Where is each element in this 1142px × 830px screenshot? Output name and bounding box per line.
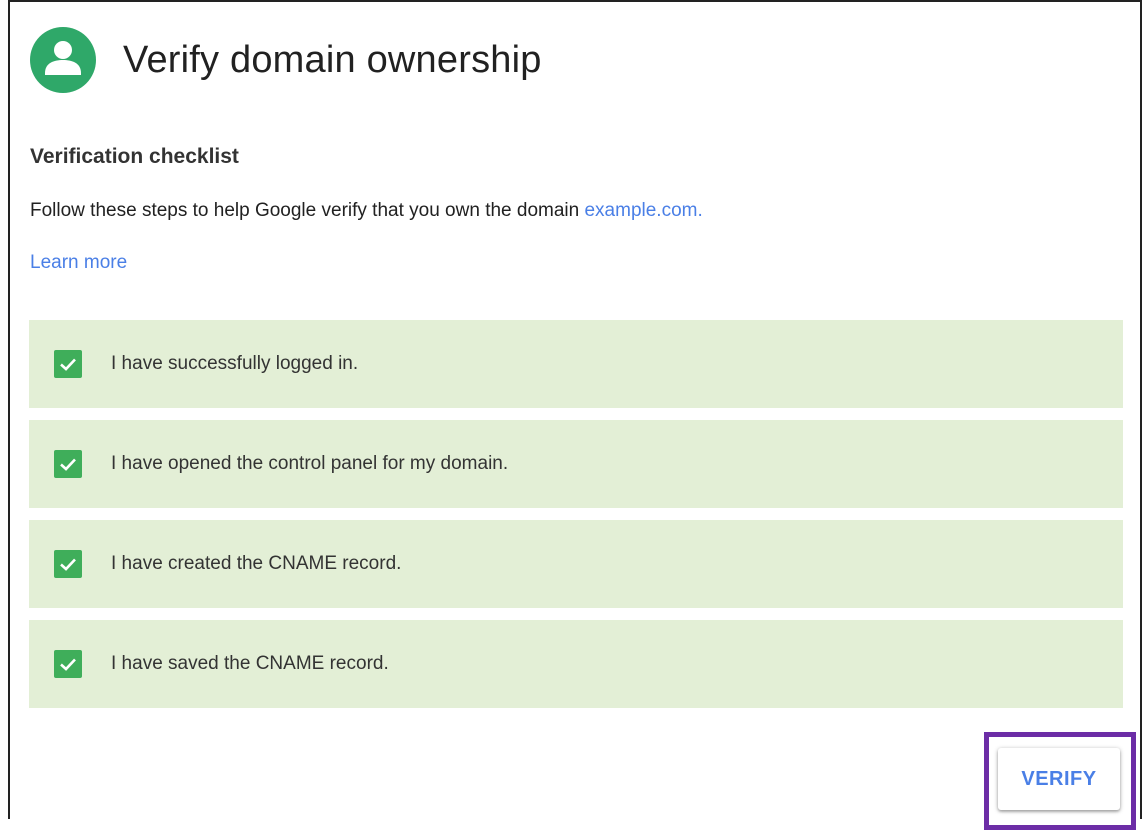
checklist-item-label: I have saved the CNAME record. — [111, 653, 389, 674]
description-text: Follow these steps to help Google verify… — [30, 200, 580, 221]
checklist-item-label: I have created the CNAME record. — [111, 553, 402, 574]
checklist-item-cname-created[interactable]: I have created the CNAME record. — [29, 520, 1123, 608]
panel-header: Verify domain ownership — [30, 26, 542, 94]
person-icon — [30, 27, 96, 93]
verification-panel: Verify domain ownership Verification che… — [8, 0, 1142, 830]
checklist-item-control-panel[interactable]: I have opened the control panel for my d… — [29, 420, 1123, 508]
checkbox-checked-icon[interactable] — [54, 650, 82, 678]
checklist-item-label: I have successfully logged in. — [111, 353, 359, 374]
checklist-item-logged-in[interactable]: I have successfully logged in. — [29, 320, 1123, 408]
checkbox-checked-icon[interactable] — [54, 550, 82, 578]
checklist-heading: Verification checklist — [30, 145, 239, 168]
checklist-item-cname-saved[interactable]: I have saved the CNAME record. — [29, 620, 1123, 708]
checklist: I have successfully logged in. I have op… — [29, 320, 1123, 720]
checklist-item-label: I have opened the control panel for my d… — [111, 453, 509, 474]
checkbox-checked-icon[interactable] — [54, 350, 82, 378]
checkbox-checked-icon[interactable] — [54, 450, 82, 478]
checklist-description: Follow these steps to help Google verify… — [30, 200, 703, 222]
learn-more-link[interactable]: Learn more — [30, 252, 127, 274]
page-title: Verify domain ownership — [123, 38, 542, 81]
verify-button[interactable]: VERIFY — [998, 748, 1120, 810]
domain-link[interactable]: example.com. — [584, 200, 702, 221]
